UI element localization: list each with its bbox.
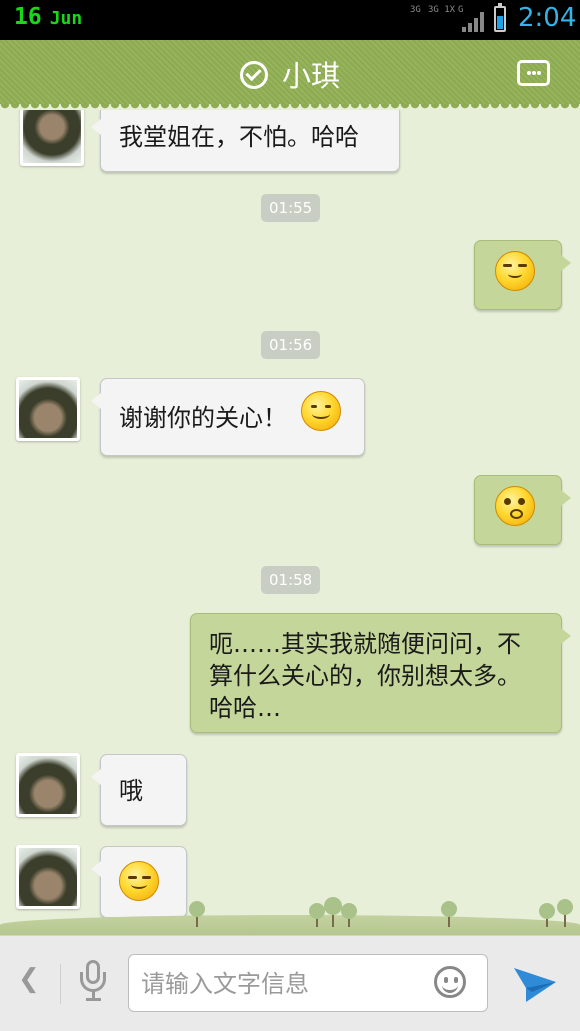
message-list[interactable]: 我堂姐在，不怕。哈哈 01:55 01:56 谢谢你的关心！ 01:58 呃……… [0, 110, 580, 935]
status-month: Jun [49, 8, 83, 29]
more-dots-icon [527, 71, 531, 75]
input-bar: ❮ [0, 935, 580, 1031]
sent-message[interactable] [474, 240, 571, 310]
battery-icon [494, 3, 506, 32]
surprised-face-emoji-icon [495, 486, 535, 526]
header-title-group: 小琪 [0, 53, 580, 95]
received-message[interactable]: 谢谢你的关心！ [91, 378, 365, 456]
message-text: 哦 [119, 777, 143, 805]
check-circle-icon [239, 61, 268, 89]
smug-face-emoji-icon [495, 251, 535, 291]
signal-icon [462, 12, 486, 32]
status-clock: 2:04 [518, 3, 577, 33]
contact-avatar[interactable] [20, 110, 84, 166]
status-day: 16 [14, 4, 42, 30]
chat-header: 小琪 [0, 40, 580, 104]
more-options-button[interactable] [517, 60, 550, 86]
smiley-icon[interactable] [434, 966, 466, 998]
microphone-icon[interactable] [78, 960, 110, 1002]
received-message[interactable]: 我堂姐在，不怕。哈哈 [91, 110, 400, 172]
smile-emoji-icon [300, 391, 341, 431]
decorative-landscape [0, 895, 580, 935]
timestamp: 01:56 [261, 331, 321, 359]
sent-message[interactable] [474, 475, 571, 545]
contact-avatar[interactable] [16, 753, 80, 817]
message-text: 我堂姐在，不怕。哈哈 [119, 123, 359, 151]
sent-message[interactable]: 呃……其实我就随便问问，不算什么关心的，你别想太多。哈哈… [190, 613, 571, 733]
message-text: 呃……其实我就随便问问，不算什么关心的，你别想太多。哈哈… [209, 630, 521, 722]
input-divider [60, 964, 61, 1004]
network-indicator-3g1x: 3G 1X [428, 5, 456, 15]
network-indicator-3g: 3G [410, 5, 421, 15]
received-message[interactable]: 哦 [91, 754, 187, 826]
contact-name: 小琪 [281, 59, 340, 93]
send-plane-icon[interactable] [512, 962, 558, 1004]
timestamp: 01:58 [261, 566, 321, 594]
chevron-left-icon[interactable]: ❮ [18, 964, 40, 994]
status-date: 16 Jun [14, 4, 82, 30]
timestamp: 01:55 [261, 194, 321, 222]
message-text: 谢谢你的关心！ [119, 404, 287, 432]
message-input[interactable] [139, 961, 413, 1007]
contact-avatar[interactable] [16, 377, 80, 441]
status-bar: 16 Jun 3G 3G 1X G 2:04 [0, 0, 580, 40]
